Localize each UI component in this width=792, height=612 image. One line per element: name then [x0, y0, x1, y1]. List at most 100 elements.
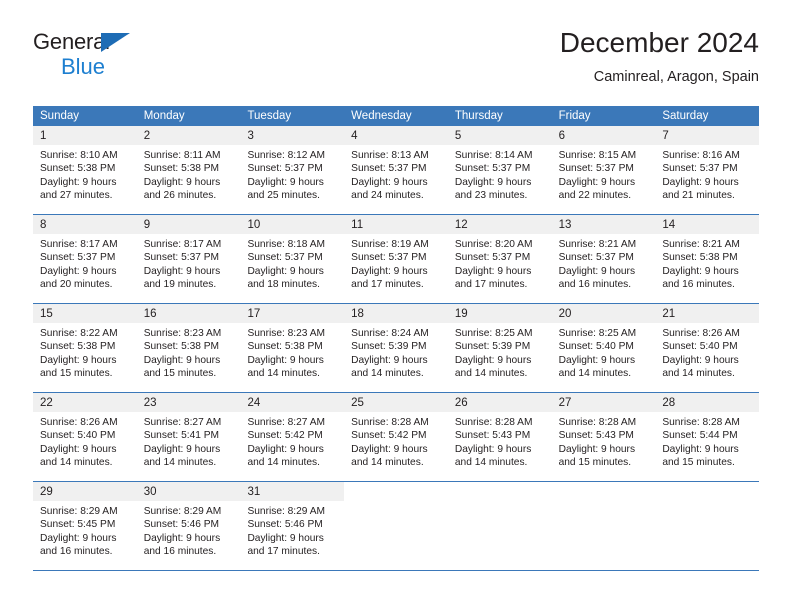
calendar-day-cell[interactable]: 21 Sunrise: 8:26 AM Sunset: 5:40 PM Dayligh… [655, 304, 760, 392]
day-number: 26 [454, 397, 468, 409]
calendar-day-cell[interactable]: 13 Sunrise: 8:21 AM Sunset: 5:37 PM Dayligh… [551, 215, 656, 303]
sunrise-text: Sunrise: 8:12 AM [247, 150, 326, 161]
calendar-day-cell[interactable]: 19 Sunrise: 8:25 AM Sunset: 5:39 PM Dayligh… [447, 304, 552, 392]
day-number: 9 [143, 219, 151, 231]
daylight-text-line1: Daylight: 9 hours [247, 354, 324, 366]
calendar-day-cell[interactable]: 12 Sunrise: 8:20 AM Sunset: 5:37 PM Dayligh… [447, 215, 552, 303]
calendar-day-cell[interactable]: 29 Sunrise: 8:29 AM Sunset: 5:45 PM Dayligh… [33, 482, 137, 570]
daylight-text-line1: Daylight: 9 hours [247, 176, 324, 188]
page-header: General Blue December 2024 Caminreal, Ar… [33, 26, 759, 100]
day-number: 11 [351, 219, 364, 231]
day-number-band: 11 [344, 215, 448, 234]
calendar-day-cell[interactable]: 17 Sunrise: 8:23 AM Sunset: 5:38 PM Dayligh… [240, 304, 345, 392]
day-number-band: 28 [655, 393, 760, 412]
sunset-text: Sunset: 5:40 PM [662, 341, 738, 353]
calendar-day-cell[interactable]: 28 Sunrise: 8:28 AM Sunset: 5:44 PM Dayligh… [655, 393, 760, 481]
calendar-day-cell[interactable]: 10 Sunrise: 8:18 AM Sunset: 5:37 PM Dayligh… [240, 215, 345, 303]
day-details: Sunrise: 8:23 AM Sunset: 5:38 PM Daylight:… [240, 323, 344, 381]
daylight-text-line1: Daylight: 9 hours [40, 443, 117, 455]
day-number-band: 23 [136, 393, 241, 412]
sunrise-text: Sunrise: 8:21 AM [662, 239, 740, 250]
calendar-day-cell[interactable]: 2 Sunrise: 8:11 AM Sunset: 5:38 PM Daylight… [136, 126, 241, 214]
day-number-band: 9 [136, 215, 241, 234]
calendar-day-cell[interactable]: 8 Sunrise: 8:17 AM Sunset: 5:37 PM Daylight… [33, 215, 137, 303]
day-details: Sunrise: 8:27 AM Sunset: 5:41 PM Daylight:… [137, 412, 241, 470]
day-number-band: 1 [33, 126, 137, 145]
day-number: 8 [40, 219, 47, 231]
calendar-day-cell[interactable]: 27 Sunrise: 8:28 AM Sunset: 5:43 PM Dayligh… [551, 393, 656, 481]
calendar-day-cell[interactable]: 6 Sunrise: 8:15 AM Sunset: 5:37 PM Daylight… [551, 126, 656, 214]
generalblue-logo[interactable]: General Blue [33, 30, 153, 86]
sunrise-text: Sunrise: 8:29 AM [247, 506, 326, 517]
sunset-text: Sunset: 5:37 PM [247, 252, 323, 264]
day-number-band [344, 482, 448, 501]
sunrise-text: Sunrise: 8:29 AM [143, 506, 222, 517]
daylight-text-line2: and 16 minutes. [558, 279, 632, 291]
daylight-text-line2: and 17 minutes. [247, 546, 320, 558]
day-number-band: 19 [447, 304, 552, 323]
day-number: 16 [143, 308, 157, 320]
daylight-text-line1: Daylight: 9 hours [558, 443, 636, 455]
calendar-week-row: 8 Sunrise: 8:17 AM Sunset: 5:37 PM Daylight… [33, 215, 760, 304]
daylight-text-line1: Daylight: 9 hours [143, 532, 221, 544]
day-details: Sunrise: 8:21 AM Sunset: 5:37 PM Daylight:… [552, 234, 656, 292]
sunset-text: Sunset: 5:38 PM [143, 341, 220, 353]
day-number: 2 [143, 130, 151, 142]
daylight-text-line2: and 14 minutes. [351, 368, 424, 380]
daylight-text-line1: Daylight: 9 hours [454, 265, 532, 277]
calendar-day-cell[interactable]: 26 Sunrise: 8:28 AM Sunset: 5:43 PM Dayligh… [447, 393, 552, 481]
calendar-day-cell[interactable]: 30 Sunrise: 8:29 AM Sunset: 5:46 PM Dayligh… [136, 482, 241, 570]
calendar-day-cell[interactable]: 11 Sunrise: 8:19 AM Sunset: 5:37 PM Dayligh… [344, 215, 448, 303]
daylight-text-line2: and 14 minutes. [143, 457, 217, 469]
day-details: Sunrise: 8:23 AM Sunset: 5:38 PM Daylight:… [137, 323, 241, 381]
calendar-day-cell[interactable]: 5 Sunrise: 8:14 AM Sunset: 5:37 PM Daylight… [447, 126, 552, 214]
calendar-day-cell[interactable]: 9 Sunrise: 8:17 AM Sunset: 5:37 PM Daylight… [136, 215, 241, 303]
day-number-band [655, 482, 760, 501]
calendar-day-cell[interactable]: 15 Sunrise: 8:22 AM Sunset: 5:38 PM Dayligh… [33, 304, 137, 392]
day-details: Sunrise: 8:21 AM Sunset: 5:38 PM Daylight:… [655, 234, 759, 292]
day-details: Sunrise: 8:19 AM Sunset: 5:37 PM Daylight:… [344, 234, 448, 292]
calendar-day-cell[interactable]: 14 Sunrise: 8:21 AM Sunset: 5:38 PM Dayligh… [655, 215, 760, 303]
day-details: Sunrise: 8:12 AM Sunset: 5:37 PM Daylight:… [240, 145, 344, 203]
calendar-day-cell[interactable]: 18 Sunrise: 8:24 AM Sunset: 5:39 PM Dayligh… [344, 304, 448, 392]
sunset-text: Sunset: 5:46 PM [247, 519, 323, 531]
sunrise-text: Sunrise: 8:18 AM [247, 239, 326, 250]
daylight-text-line1: Daylight: 9 hours [351, 176, 428, 188]
day-number: 20 [558, 308, 572, 320]
day-number: 29 [40, 486, 53, 498]
calendar-day-cell[interactable]: 4 Sunrise: 8:13 AM Sunset: 5:37 PM Daylight… [344, 126, 448, 214]
calendar-day-cell[interactable]: 31 Sunrise: 8:29 AM Sunset: 5:46 PM Dayligh… [240, 482, 345, 570]
calendar-day-cell[interactable]: 7 Sunrise: 8:16 AM Sunset: 5:37 PM Daylight… [655, 126, 760, 214]
day-details: Sunrise: 8:25 AM Sunset: 5:40 PM Daylight:… [552, 323, 656, 381]
sunrise-text: Sunrise: 8:28 AM [351, 417, 429, 428]
day-number-band: 22 [33, 393, 137, 412]
calendar-day-cell[interactable]: 16 Sunrise: 8:23 AM Sunset: 5:38 PM Dayligh… [136, 304, 241, 392]
day-number: 21 [662, 308, 676, 320]
calendar-day-cell[interactable]: 20 Sunrise: 8:25 AM Sunset: 5:40 PM Dayligh… [551, 304, 656, 392]
daylight-text-line2: and 14 minutes. [247, 368, 320, 380]
day-number: 24 [247, 397, 261, 409]
sunset-text: Sunset: 5:38 PM [40, 163, 116, 175]
daylight-text-line2: and 25 minutes. [247, 190, 320, 202]
daylight-text-line1: Daylight: 9 hours [558, 176, 636, 188]
daylight-text-line1: Daylight: 9 hours [143, 265, 221, 277]
day-number-band: 10 [240, 215, 345, 234]
daylight-text-line1: Daylight: 9 hours [454, 176, 532, 188]
day-number: 7 [662, 130, 669, 142]
day-number-band: 2 [136, 126, 241, 145]
sunset-text: Sunset: 5:40 PM [558, 341, 634, 353]
sunrise-text: Sunrise: 8:14 AM [454, 150, 533, 161]
calendar-day-cell[interactable]: 1 Sunrise: 8:10 AM Sunset: 5:38 PM Daylight… [33, 126, 137, 214]
calendar-day-cell[interactable]: 3 Sunrise: 8:12 AM Sunset: 5:37 PM Daylight… [240, 126, 345, 214]
day-number-band: 7 [655, 126, 760, 145]
calendar-day-cell[interactable]: 23 Sunrise: 8:27 AM Sunset: 5:41 PM Dayligh… [136, 393, 241, 481]
daylight-text-line2: and 14 minutes. [351, 457, 424, 469]
calendar-day-cell[interactable]: 22 Sunrise: 8:26 AM Sunset: 5:40 PM Dayligh… [33, 393, 137, 481]
day-number-band: 14 [655, 215, 760, 234]
logo-triangle-icon [101, 33, 130, 52]
calendar-day-cell[interactable]: 24 Sunrise: 8:27 AM Sunset: 5:42 PM Dayligh… [240, 393, 345, 481]
calendar-weeks: 1 Sunrise: 8:10 AM Sunset: 5:38 PM Daylight… [33, 126, 760, 571]
daylight-text-line2: and 19 minutes. [143, 279, 217, 291]
day-number-band: 24 [240, 393, 345, 412]
calendar-day-cell[interactable]: 25 Sunrise: 8:28 AM Sunset: 5:42 PM Dayligh… [344, 393, 448, 481]
